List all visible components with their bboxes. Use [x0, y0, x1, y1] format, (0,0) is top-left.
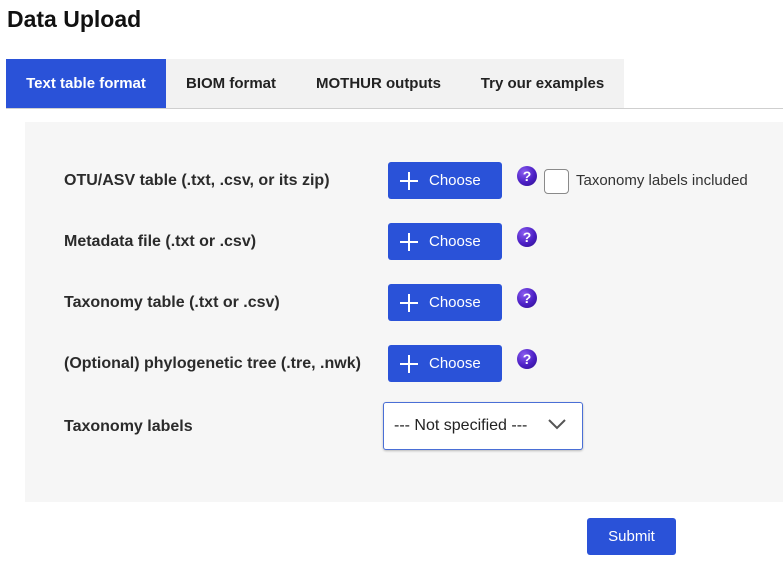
- choose-taxonomy-table-button[interactable]: Choose: [388, 284, 502, 321]
- phylogenetic-tree-label: (Optional) phylogenetic tree (.tre, .nwk…: [64, 355, 361, 372]
- tab-mothur-outputs[interactable]: MOTHUR outputs: [296, 59, 461, 108]
- submit-button[interactable]: Submit: [587, 518, 676, 555]
- plus-icon: [400, 354, 418, 373]
- plus-icon: [400, 232, 418, 251]
- taxonomy-labels-select[interactable]: --- Not specified ---: [383, 402, 583, 450]
- tab-divider: [6, 108, 783, 109]
- choose-button-label: Choose: [429, 233, 481, 250]
- tab-try-our-examples[interactable]: Try our examples: [461, 59, 624, 108]
- upload-format-tabs: Text table format BIOM format MOTHUR out…: [6, 59, 624, 108]
- taxonomy-labels-label: Taxonomy labels: [64, 418, 193, 435]
- tab-text-table-format[interactable]: Text table format: [6, 59, 166, 108]
- metadata-file-label: Metadata file (.txt or .csv): [64, 233, 257, 250]
- plus-icon: [400, 293, 418, 312]
- help-icon[interactable]: ?: [517, 227, 537, 247]
- choose-button-label: Choose: [429, 355, 481, 372]
- taxonomy-labels-selected-value: --- Not specified ---: [394, 417, 528, 434]
- taxonomy-labels-included-checkbox[interactable]: [544, 169, 569, 194]
- choose-phylogenetic-tree-button[interactable]: Choose: [388, 345, 502, 382]
- tab-biom-format[interactable]: BIOM format: [166, 59, 296, 108]
- help-icon[interactable]: ?: [517, 349, 537, 369]
- taxonomy-labels-included-label: Taxonomy labels included: [576, 172, 748, 189]
- help-icon[interactable]: ?: [517, 166, 537, 186]
- page-title: Data Upload: [7, 6, 142, 32]
- choose-otu-table-button[interactable]: Choose: [388, 162, 502, 199]
- choose-button-label: Choose: [429, 294, 481, 311]
- otu-table-label: OTU/ASV table (.txt, .csv, or its zip): [64, 172, 330, 189]
- choose-metadata-file-button[interactable]: Choose: [388, 223, 502, 260]
- choose-button-label: Choose: [429, 172, 481, 189]
- plus-icon: [400, 171, 418, 190]
- help-icon[interactable]: ?: [517, 288, 537, 308]
- taxonomy-table-label: Taxonomy table (.txt or .csv): [64, 294, 280, 311]
- chevron-down-icon: [548, 419, 566, 430]
